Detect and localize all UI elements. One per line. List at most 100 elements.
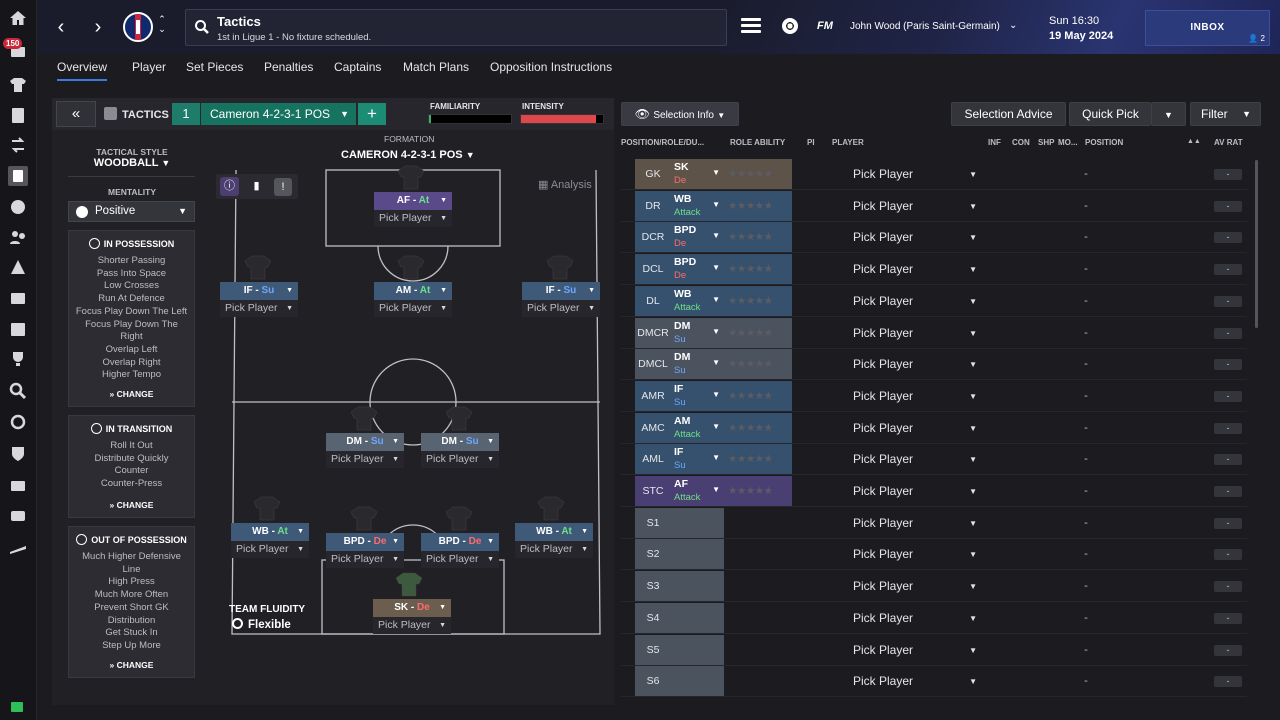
club-icon[interactable] <box>8 444 28 464</box>
table-row[interactable]: DCR BPD De ▼ ★★★★★ Pick Player ▼ - - <box>621 222 1247 254</box>
pick-player-dropdown[interactable]: Pick Player ▼ <box>421 551 499 568</box>
pitch-player-card[interactable]: WB - At ▼ Pick Player ▼ <box>231 523 309 558</box>
card-view-icon[interactable]: ! <box>274 178 292 196</box>
familiarity-meter[interactable] <box>428 114 512 124</box>
quick-pick-dropdown[interactable]: ▼ <box>1151 102 1186 126</box>
pitch-player-card[interactable]: DM - Su ▼ Pick Player ▼ <box>326 433 404 468</box>
swap-icon[interactable] <box>8 135 28 155</box>
role-duty-selector[interactable]: SK - De ▼ <box>373 599 451 617</box>
col-position[interactable]: POSITION <box>1085 138 1123 147</box>
pitch-player-card[interactable]: BPD - De ▼ Pick Player ▼ <box>326 533 404 568</box>
staff-icon[interactable] <box>8 227 28 247</box>
out-of-possession-change-button[interactable]: » CHANGE <box>69 660 194 670</box>
table-row[interactable]: S1 Pick Player ▼ - - <box>621 507 1247 539</box>
stats-view-icon[interactable]: ▮ <box>247 177 266 196</box>
forward-arrow-icon[interactable]: › <box>88 16 108 38</box>
table-row[interactable]: STC AF Attack ▼ ★★★★★ Pick Player ▼ - - <box>621 476 1247 507</box>
tab-player[interactable]: Player <box>132 60 166 74</box>
pick-player-dropdown[interactable]: Pick Player ▼ <box>220 300 298 317</box>
fm-logo[interactable]: FM <box>817 20 833 32</box>
col-pi[interactable]: PI <box>807 138 815 147</box>
role-duty-selector[interactable]: AF - At ▼ <box>374 192 452 210</box>
pitch-player-card[interactable]: AF - At ▼ Pick Player ▼ <box>374 192 452 227</box>
mentality-dropdown[interactable]: Positive ▼ <box>68 201 195 222</box>
pick-player-dropdown[interactable]: Pick Player ▼ <box>515 541 593 558</box>
tab-captains[interactable]: Captains <box>334 60 381 74</box>
scouting-icon[interactable] <box>8 506 28 526</box>
pitch-player-card[interactable]: AM - At ▼ Pick Player ▼ <box>374 282 452 317</box>
selection-info-button[interactable]: 👁 Selection Info ▼ <box>621 102 739 126</box>
pick-player-dropdown[interactable]: Pick Player ▼ <box>326 551 404 568</box>
squad-icon[interactable] <box>8 75 28 95</box>
pick-player-dropdown[interactable]: Pick Player ▼ <box>836 286 981 317</box>
pick-player-dropdown[interactable]: Pick Player ▼ <box>836 603 981 634</box>
pick-player-dropdown[interactable]: Pick Player ▼ <box>326 451 404 468</box>
pick-player-dropdown[interactable]: Pick Player ▼ <box>836 381 981 412</box>
role-duty-selector[interactable]: BPD - De ▼ <box>421 533 499 551</box>
table-row[interactable]: AMC AM Attack ▼ ★★★★★ Pick Player ▼ - - <box>621 412 1247 444</box>
table-row[interactable]: S4 Pick Player ▼ - - <box>621 602 1247 634</box>
role-duty-selector[interactable]: WB - At ▼ <box>231 523 309 541</box>
pick-player-dropdown[interactable]: Pick Player ▼ <box>373 617 451 634</box>
role-duty-selector[interactable]: IF - Su ▼ <box>522 282 600 300</box>
table-row[interactable]: S2 Pick Player ▼ - - <box>621 539 1247 571</box>
in-possession-change-button[interactable]: » CHANGE <box>69 389 194 399</box>
table-row[interactable]: DMCR DM Su ▼ ★★★★★ Pick Player ▼ - - <box>621 317 1247 349</box>
club-badge[interactable] <box>123 12 153 42</box>
analysis-button[interactable]: ▦ Analysis <box>538 178 592 191</box>
tactical-style-dropdown[interactable]: WOODBALL ▼ <box>68 157 196 169</box>
role-duty-selector[interactable]: WB - At ▼ <box>515 523 593 541</box>
pick-player-dropdown[interactable]: Pick Player ▼ <box>522 300 600 317</box>
back-arrow-icon[interactable]: ‹ <box>51 16 71 38</box>
tab-overview[interactable]: Overview <box>57 60 108 81</box>
match-ball-icon[interactable] <box>782 18 798 34</box>
training-icon[interactable] <box>8 257 28 277</box>
table-row[interactable]: DMCL DM Su ▼ ★★★★★ Pick Player ▼ - - <box>621 349 1247 381</box>
table-row[interactable]: S3 Pick Player ▼ - - <box>621 571 1247 603</box>
club-switch-chevrons-icon[interactable]: ⌃ ⌄ <box>157 14 167 34</box>
calendar-icon[interactable] <box>8 319 28 339</box>
role-duty-selector[interactable]: DM - Su ▼ <box>421 433 499 451</box>
role-duty-selector[interactable]: BPD De ▼ <box>671 254 724 286</box>
pick-player-dropdown[interactable]: Pick Player ▼ <box>836 413 981 444</box>
pick-player-dropdown[interactable]: Pick Player ▼ <box>421 451 499 468</box>
pick-player-dropdown[interactable]: Pick Player ▼ <box>836 666 981 697</box>
table-row[interactable]: AMR IF Su ▼ ★★★★★ Pick Player ▼ - - <box>621 380 1247 412</box>
role-duty-selector[interactable]: DM Su ▼ <box>671 349 724 381</box>
manager-name[interactable]: John Wood (Paris Saint-Germain) <box>850 21 1000 32</box>
trophy-icon[interactable] <box>8 349 28 369</box>
pick-player-dropdown[interactable]: Pick Player ▼ <box>374 300 452 317</box>
pitch-player-card[interactable]: BPD - De ▼ Pick Player ▼ <box>421 533 499 568</box>
table-row[interactable]: DCL BPD De ▼ ★★★★★ Pick Player ▼ - - <box>621 254 1247 286</box>
table-row[interactable]: S5 Pick Player ▼ - - <box>621 634 1247 666</box>
collapse-panel-button[interactable]: « <box>56 101 96 127</box>
role-duty-selector[interactable]: IF Su ▼ <box>671 444 724 476</box>
tactics-icon[interactable] <box>8 166 28 186</box>
tab-match-plans[interactable]: Match Plans <box>403 60 469 74</box>
chevron-down-icon[interactable]: ⌄ <box>1009 20 1017 31</box>
tactic-selector[interactable]: Cameron 4-2-3-1 POS ▼ <box>201 103 356 125</box>
role-duty-selector[interactable]: WB Attack ▼ <box>671 190 724 222</box>
tactic-slot-number[interactable]: 1 <box>172 103 200 125</box>
pick-player-dropdown[interactable]: Pick Player ▼ <box>836 476 981 507</box>
table-row[interactable]: S6 Pick Player ▼ - - <box>621 666 1247 698</box>
pick-player-dropdown[interactable]: Pick Player ▼ <box>374 210 452 227</box>
col-position-role-duty[interactable]: POSITION/ROLE/DU... <box>621 138 704 147</box>
role-duty-selector[interactable]: BPD - De ▼ <box>326 533 404 551</box>
pick-player-dropdown[interactable]: Pick Player ▼ <box>836 349 981 380</box>
role-duty-selector[interactable]: AM - At ▼ <box>374 282 452 300</box>
pick-player-dropdown[interactable]: Pick Player ▼ <box>836 635 981 666</box>
role-duty-selector[interactable]: DM - Su ▼ <box>326 433 404 451</box>
dev-centre-icon[interactable] <box>8 538 28 558</box>
pick-player-dropdown[interactable]: Pick Player ▼ <box>231 541 309 558</box>
team-fluidity-value[interactable]: Flexible <box>232 618 291 631</box>
in-transition-change-button[interactable]: » CHANGE <box>69 500 194 510</box>
formation-dropdown[interactable]: CAMERON 4-2-3-1 POS ▼ <box>341 149 475 161</box>
ball-icon[interactable] <box>8 197 28 217</box>
menu-icon[interactable] <box>741 18 761 34</box>
quick-pick-button[interactable]: Quick Pick <box>1069 102 1151 126</box>
selection-advice-button[interactable]: Selection Advice <box>951 102 1066 126</box>
pick-player-dropdown[interactable]: Pick Player ▼ <box>836 444 981 475</box>
pick-player-dropdown[interactable]: Pick Player ▼ <box>836 508 981 539</box>
table-row[interactable]: GK SK De ▼ ★★★★★ Pick Player ▼ - - <box>621 159 1247 190</box>
